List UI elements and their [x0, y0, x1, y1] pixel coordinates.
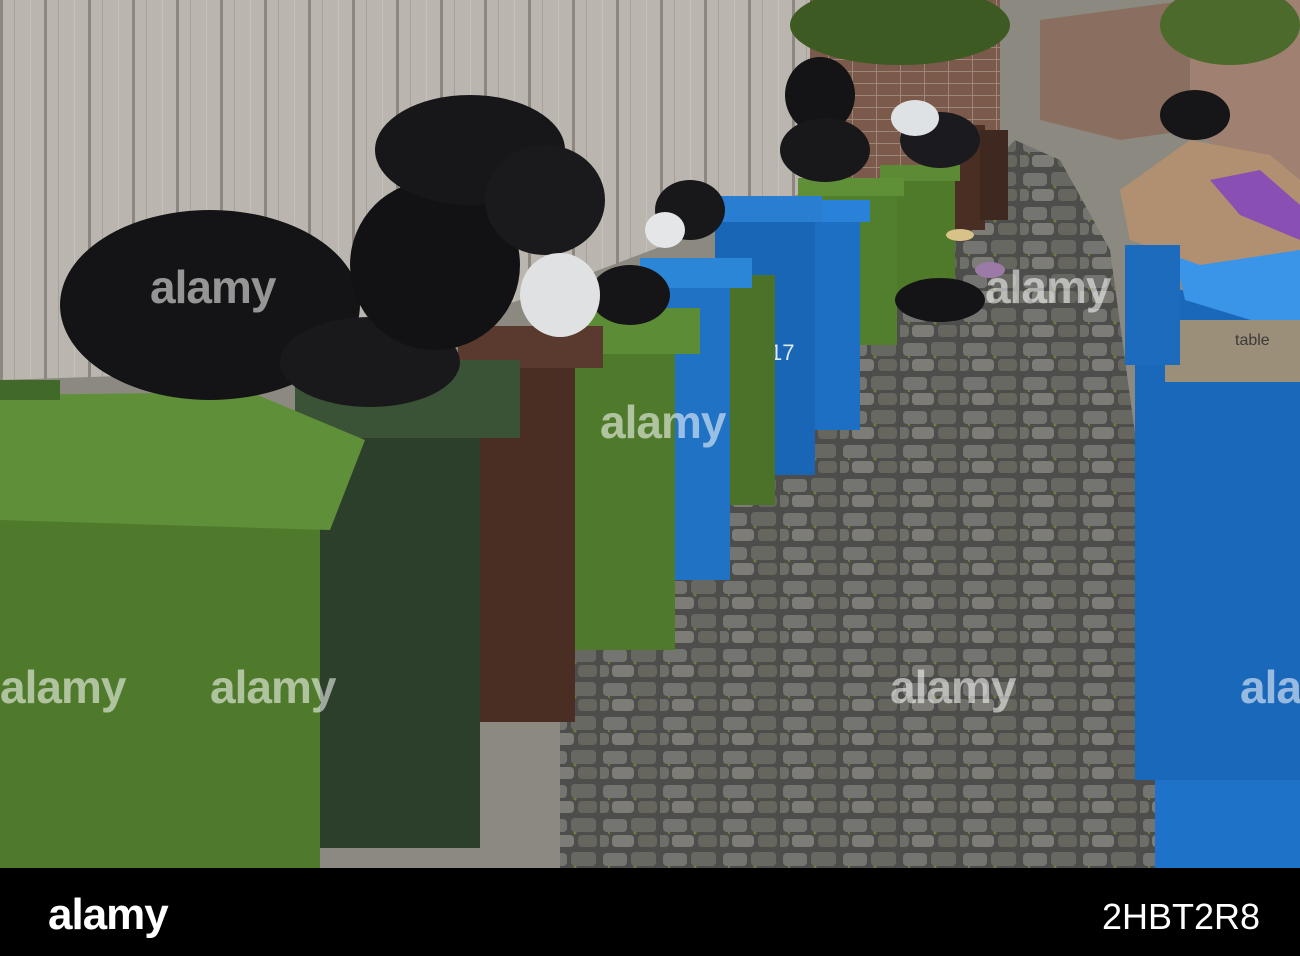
- bag-white: [520, 253, 600, 337]
- bag-front-5: [485, 145, 605, 255]
- bag-far-white: [891, 100, 939, 136]
- alamy-logo: alamy: [48, 890, 169, 939]
- bag-white-small: [645, 212, 685, 248]
- stock-footer-bar: alamy 2HBT2R8: [0, 868, 1300, 956]
- blue-bin-3-lid: [712, 196, 822, 222]
- cardboard-box: [1165, 320, 1300, 382]
- bag-far-2: [780, 118, 870, 182]
- image-id: 2HBT2R8: [1101, 896, 1260, 937]
- alley-bins-photo: 17 table: [0, 0, 1300, 868]
- stock-photo: 17 table alamy alamy alamy alamy alamy a…: [0, 0, 1300, 956]
- blue-bin-right-far: [1125, 245, 1180, 365]
- bin-far-brown-2: [980, 130, 1008, 220]
- bag-front-6: [590, 265, 670, 325]
- litter-2: [975, 262, 1005, 278]
- box-label-text: table: [1235, 332, 1270, 349]
- green-bin-handle: [0, 380, 60, 400]
- litter-1: [895, 278, 985, 322]
- green-bin-front: [0, 470, 320, 868]
- litter-3: [946, 229, 974, 241]
- bag-right: [1160, 90, 1230, 140]
